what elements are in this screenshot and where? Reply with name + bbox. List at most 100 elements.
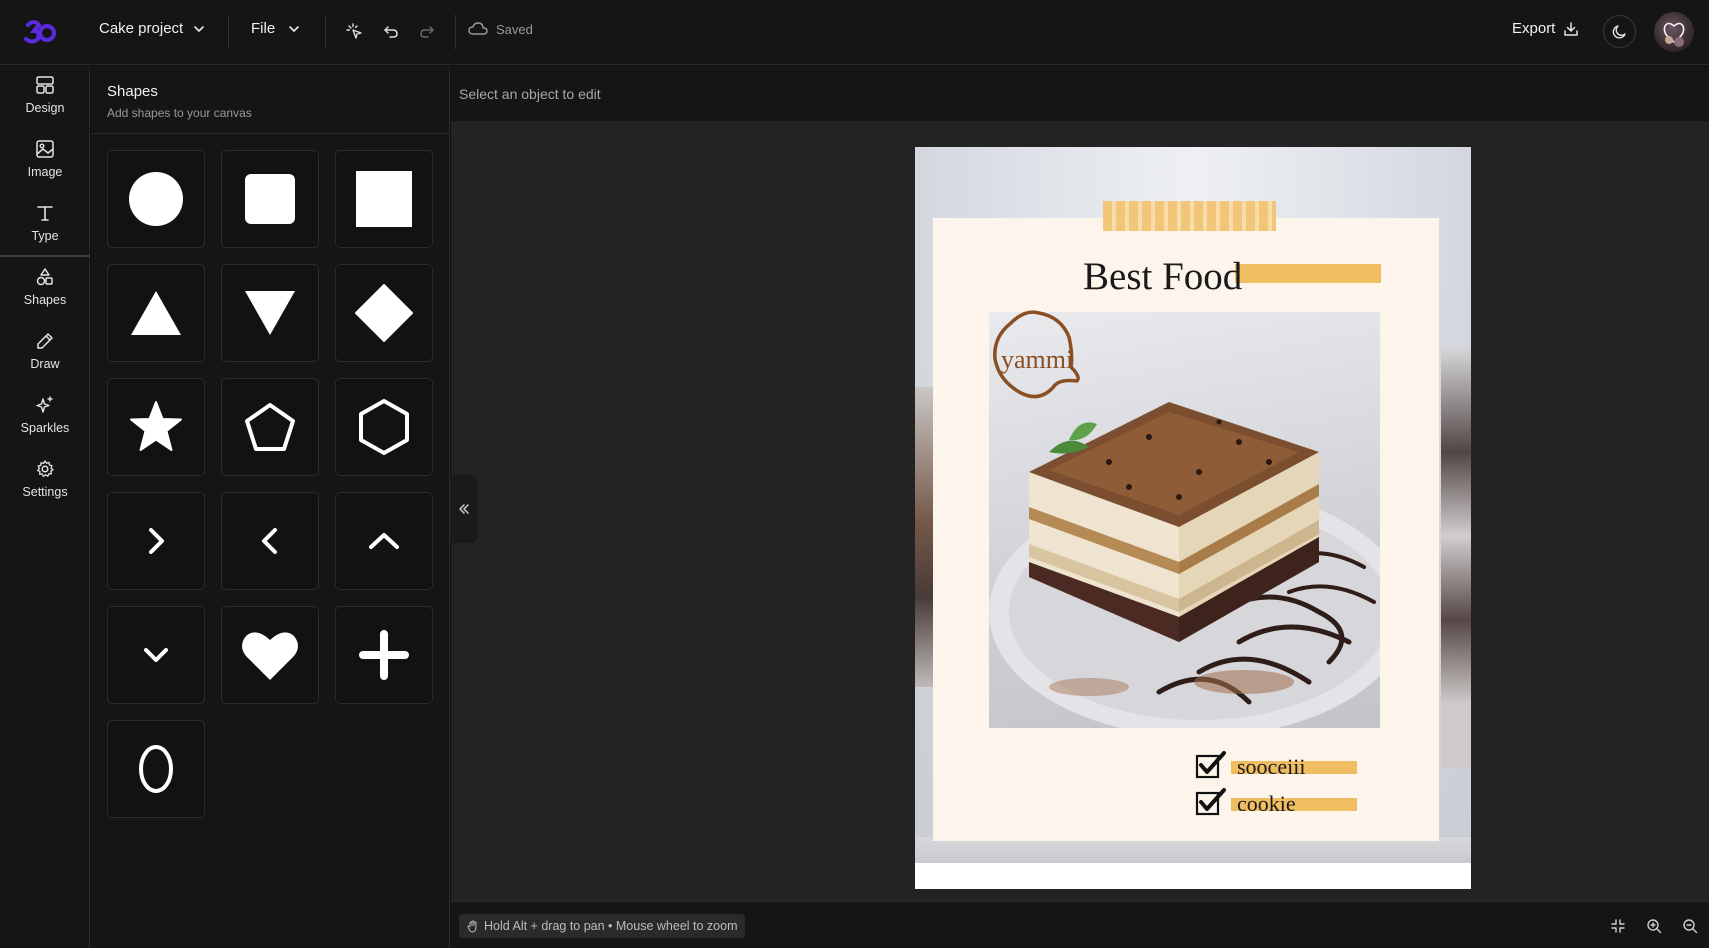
- nav-active-indicator: [0, 255, 90, 257]
- nav-item-image[interactable]: Image: [0, 130, 90, 192]
- hand-icon: [467, 920, 479, 933]
- shape-rounded-square-button[interactable]: [221, 150, 319, 248]
- chevron-down-icon: [144, 648, 168, 662]
- shape-inverted-triangle-button[interactable]: [221, 264, 319, 362]
- shape-star-button[interactable]: [107, 378, 205, 476]
- title-highlight-bar[interactable]: [1235, 264, 1381, 283]
- redo-icon[interactable]: [416, 21, 438, 43]
- checklist-item[interactable]: cookie: [1195, 788, 1395, 818]
- export-button[interactable]: Export: [1512, 20, 1579, 37]
- nav-item-sparkles[interactable]: Sparkles: [0, 386, 90, 448]
- chevron-left-icon: [262, 528, 277, 554]
- save-status: Saved: [468, 21, 533, 37]
- top-bar: Cake project File Saved Export: [0, 0, 1709, 65]
- file-menu[interactable]: File: [251, 20, 300, 37]
- type-icon: [35, 203, 55, 223]
- edit-toolbar: Select an object to edit: [451, 66, 1709, 121]
- theme-toggle-button[interactable]: [1603, 15, 1636, 48]
- hexagon-shape-icon: [359, 399, 409, 455]
- zoom-out-icon[interactable]: [1680, 916, 1700, 936]
- pentagon-shape-icon: [245, 403, 295, 451]
- shape-diamond-button[interactable]: [335, 264, 433, 362]
- circle-shape-icon: [129, 172, 183, 226]
- shape-ellipse-outline-button[interactable]: [107, 720, 205, 818]
- export-label: Export: [1512, 20, 1556, 37]
- chevron-right-icon: [149, 528, 164, 554]
- design-page[interactable]: Best Food yammi sooceiii cookie: [915, 147, 1471, 889]
- nav-label: Type: [31, 229, 59, 243]
- shape-chevron-down-button[interactable]: [107, 606, 205, 704]
- divider: [455, 15, 456, 49]
- checklist-text: cookie: [1237, 791, 1296, 816]
- panel-title: Shapes: [107, 83, 158, 100]
- nav-label: Image: [27, 165, 63, 179]
- rounded-square-shape-icon: [245, 174, 295, 224]
- star-shape-icon: [130, 401, 182, 451]
- nav-label: Design: [25, 101, 65, 115]
- select-tool-icon[interactable]: [344, 21, 366, 43]
- file-menu-label: File: [251, 20, 276, 37]
- panel-subtitle: Add shapes to your canvas: [107, 106, 252, 120]
- divider: [325, 15, 326, 49]
- divider: [228, 15, 229, 49]
- design-title[interactable]: Best Food: [1083, 254, 1242, 299]
- shape-plus-button[interactable]: [335, 606, 433, 704]
- download-icon: [1563, 21, 1579, 37]
- shapes-panel: Shapes Add shapes to your canvas: [91, 66, 450, 948]
- shape-pentagon-button[interactable]: [221, 378, 319, 476]
- nav-item-shapes[interactable]: Shapes: [0, 258, 90, 320]
- washi-tape[interactable]: [1103, 201, 1276, 231]
- shape-chevron-right-button[interactable]: [107, 492, 205, 590]
- chevron-down-icon: [288, 23, 300, 35]
- gear-icon: [35, 459, 55, 479]
- user-avatar[interactable]: [1654, 12, 1694, 52]
- project-menu[interactable]: Cake project: [99, 20, 205, 37]
- moon-icon: [1612, 24, 1628, 40]
- checkbox-checked-icon: [1195, 751, 1226, 779]
- shape-chevron-left-button[interactable]: [221, 492, 319, 590]
- navigation-hint-text: Hold Alt + drag to pan • Mouse wheel to …: [484, 919, 738, 933]
- nav-label: Draw: [30, 357, 60, 371]
- double-chevron-left-icon: [457, 502, 471, 516]
- background-cake-edge: [915, 387, 933, 687]
- shape-chevron-up-button[interactable]: [335, 492, 433, 590]
- background-cake-edge: [1441, 347, 1471, 767]
- checklist-text: sooceiii: [1237, 754, 1306, 779]
- nav-item-draw[interactable]: Draw: [0, 322, 90, 384]
- shapes-icon: [35, 267, 55, 287]
- image-icon: [35, 139, 55, 159]
- chevron-down-icon: [193, 23, 205, 35]
- badge-text[interactable]: yammi: [1001, 345, 1073, 375]
- triangle-shape-icon: [131, 291, 181, 335]
- nav-label: Settings: [22, 485, 68, 499]
- cloud-icon: [468, 21, 488, 37]
- shape-heart-button[interactable]: [221, 606, 319, 704]
- save-status-label: Saved: [496, 21, 533, 37]
- pencil-icon: [35, 331, 55, 351]
- zoom-in-icon[interactable]: [1644, 916, 1664, 936]
- nav-label: Sparkles: [20, 421, 70, 435]
- fit-to-screen-icon[interactable]: [1608, 916, 1628, 936]
- edit-hint: Select an object to edit: [459, 86, 601, 102]
- app-logo-icon[interactable]: [22, 17, 58, 47]
- layout-icon: [35, 75, 55, 95]
- heart-shape-icon: [242, 632, 298, 680]
- sparkles-icon: [35, 395, 55, 415]
- bottom-bar: Hold Alt + drag to pan • Mouse wheel to …: [451, 901, 1709, 948]
- nav-item-type[interactable]: Type: [0, 194, 90, 256]
- shape-circle-button[interactable]: [107, 150, 205, 248]
- nav-item-settings[interactable]: Settings: [0, 450, 90, 512]
- diamond-shape-icon: [355, 284, 413, 342]
- undo-icon[interactable]: [380, 21, 402, 43]
- square-shape-icon: [356, 171, 412, 227]
- shape-hexagon-button[interactable]: [335, 378, 433, 476]
- chevron-up-icon: [369, 533, 399, 549]
- panel-header: Shapes Add shapes to your canvas: [91, 66, 450, 134]
- shape-square-button[interactable]: [335, 150, 433, 248]
- shape-triangle-button[interactable]: [107, 264, 205, 362]
- nav-label: Shapes: [23, 293, 67, 307]
- checklist-item[interactable]: sooceiii: [1195, 751, 1395, 781]
- collapse-panel-button[interactable]: [450, 475, 478, 543]
- nav-item-design[interactable]: Design: [0, 66, 90, 128]
- plus-shape-icon: [359, 630, 409, 680]
